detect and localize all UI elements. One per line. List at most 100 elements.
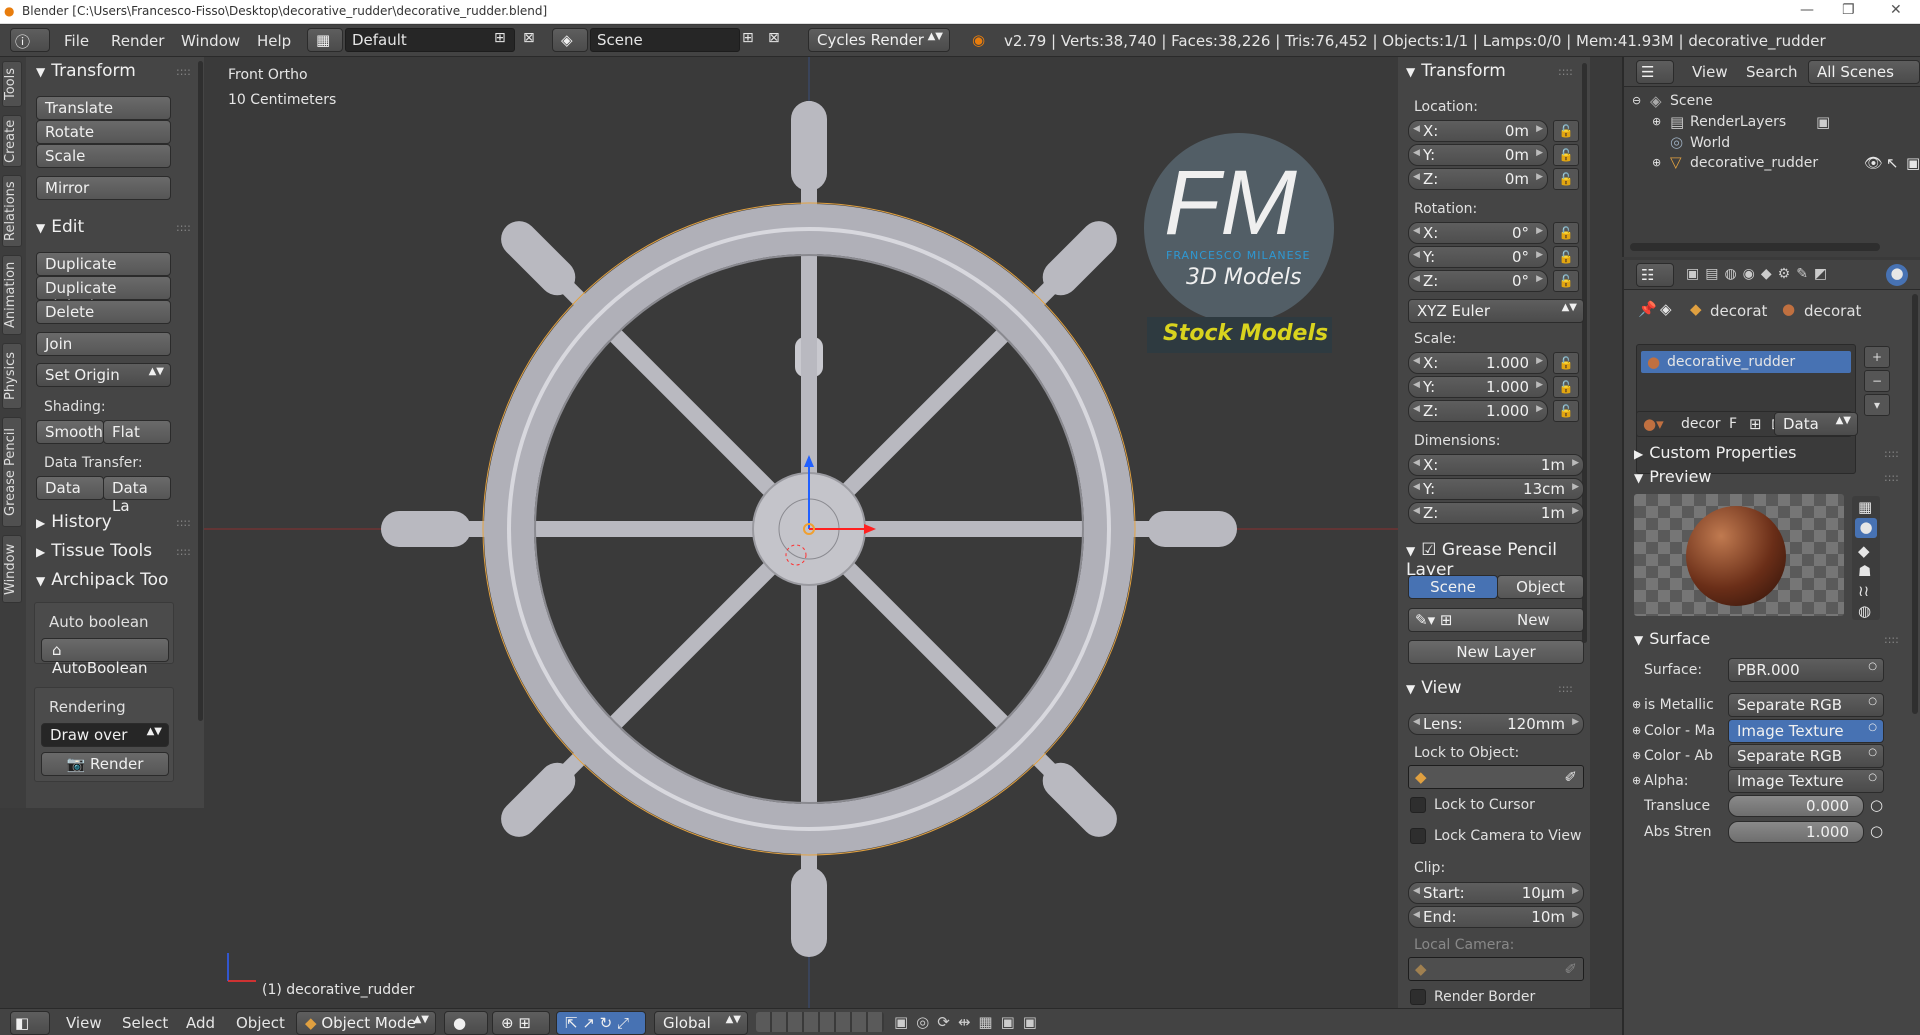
dimension-z-field[interactable]: ◀ Z: 1m ▶ bbox=[1408, 502, 1584, 524]
rotation-y-field[interactable]: ◀ Y: 0° ▶ bbox=[1408, 246, 1548, 268]
render-border-checkbox[interactable] bbox=[1410, 989, 1426, 1005]
menu-view[interactable]: View bbox=[66, 1014, 102, 1032]
autoboolean-button[interactable]: ⌂ AutoBoolean bbox=[41, 638, 169, 677]
lock-icon[interactable]: 🔓 bbox=[1553, 352, 1579, 374]
fake-user-button[interactable]: F bbox=[1729, 416, 1737, 432]
menu-render[interactable]: Render bbox=[111, 32, 164, 50]
input-socket-icon[interactable]: ⊕ bbox=[1632, 698, 1641, 711]
layout-field[interactable]: Default bbox=[345, 28, 515, 52]
color-ma-input-select[interactable]: Image Texture ○ bbox=[1728, 719, 1884, 743]
properties-editor-type[interactable]: ☷ bbox=[1636, 263, 1674, 287]
location-x-field[interactable]: ◀ X: 0m ▶ bbox=[1408, 120, 1548, 142]
layout-icon-button[interactable]: ▦ bbox=[307, 28, 343, 52]
location-y-field[interactable]: ◀ Y: 0m ▶ bbox=[1408, 144, 1548, 166]
local-camera-field[interactable]: ◆ ✐ bbox=[1408, 957, 1584, 981]
outliner-view-menu[interactable]: View bbox=[1692, 63, 1728, 81]
lens-field[interactable]: ◀ Lens: 120mm ▶ bbox=[1408, 713, 1584, 735]
panel-grip-icon[interactable]: :::: bbox=[1558, 65, 1573, 78]
add-scene-icon[interactable]: ⊞ bbox=[742, 30, 754, 46]
remove-scene-icon[interactable]: ⊠ bbox=[768, 30, 780, 46]
panel-grip-icon[interactable]: :::: bbox=[1884, 633, 1899, 646]
outliner-render-layers[interactable]: RenderLayers bbox=[1690, 114, 1786, 130]
rotate-button[interactable]: Rotate bbox=[36, 120, 171, 144]
minimize-button[interactable]: — bbox=[1800, 2, 1814, 18]
tab-tools[interactable]: Tools bbox=[2, 61, 22, 107]
edit-panel-header[interactable]: ▼ Edit bbox=[36, 217, 84, 237]
material-name-field[interactable]: decor bbox=[1681, 416, 1721, 432]
node-link-icon[interactable]: ○ bbox=[1870, 822, 1883, 840]
add-slot-icon[interactable]: + bbox=[1864, 346, 1890, 368]
lock-object-field[interactable]: ◆ ✐ bbox=[1408, 765, 1584, 789]
slot-menu-icon[interactable]: ▾ bbox=[1864, 394, 1890, 416]
lock-icon[interactable]: 🔓 bbox=[1553, 400, 1579, 422]
clip-start-field[interactable]: ◀ Start: 10µm ▶ bbox=[1408, 882, 1584, 904]
lock-icon[interactable]: 🔓 bbox=[1553, 270, 1579, 292]
gp-scene-tab[interactable]: Scene bbox=[1408, 575, 1498, 599]
lock-icon[interactable]: 🔓 bbox=[1553, 376, 1579, 398]
menu-select[interactable]: Select bbox=[122, 1014, 168, 1032]
rotation-x-field[interactable]: ◀ X: 0° ▶ bbox=[1408, 222, 1548, 244]
panel-grip-icon[interactable]: :::: bbox=[1884, 447, 1899, 460]
viewport-editor-type[interactable]: ◧ bbox=[10, 1011, 50, 1035]
eyedropper-icon[interactable]: ✐ bbox=[1564, 768, 1577, 786]
panel-grip-icon[interactable]: :::: bbox=[1884, 471, 1899, 484]
shading-mode-select[interactable]: ● bbox=[444, 1011, 488, 1035]
preview-sky-icon[interactable]: ◍ bbox=[1858, 602, 1871, 620]
scale-z-field[interactable]: ◀ Z: 1.000 ▶ bbox=[1408, 400, 1548, 422]
menu-object[interactable]: Object bbox=[236, 1014, 285, 1032]
data-transfer-button[interactable]: Data bbox=[36, 476, 104, 500]
set-origin-select[interactable]: Set Origin ▲▼ bbox=[36, 363, 171, 387]
properties-scrollbar[interactable] bbox=[1912, 294, 1918, 714]
input-socket-icon[interactable]: ⊕ bbox=[1632, 749, 1641, 762]
preview-cube-icon[interactable]: ◆ bbox=[1858, 542, 1870, 560]
outliner-object[interactable]: decorative_rudder bbox=[1690, 155, 1818, 171]
input-socket-icon[interactable]: ⊕ bbox=[1632, 724, 1641, 737]
mirror-button[interactable]: Mirror bbox=[36, 176, 171, 200]
tissue-panel-header[interactable]: ▶ Tissue Tools bbox=[36, 541, 152, 561]
link-data-select[interactable]: Data ▲▼ bbox=[1774, 412, 1858, 436]
scene-icon-button[interactable]: ◈ bbox=[552, 28, 588, 52]
material-browse-icon[interactable]: ●▾ bbox=[1643, 415, 1664, 433]
gp-object-tab[interactable]: Object bbox=[1497, 575, 1584, 599]
add-layout-icon[interactable]: ⊞ bbox=[494, 30, 506, 46]
outliner-search-menu[interactable]: Search bbox=[1746, 63, 1798, 81]
panel-grip-icon[interactable]: :::: bbox=[176, 221, 191, 234]
surface-header[interactable]: ▼ Surface bbox=[1634, 629, 1710, 648]
expand-icon[interactable]: ⊕ bbox=[1652, 156, 1661, 169]
editor-type-button[interactable]: ⓘ bbox=[10, 28, 50, 52]
data-layout-button[interactable]: Data La bbox=[103, 476, 171, 515]
tab-window[interactable]: Window bbox=[2, 535, 22, 603]
menu-help[interactable]: Help bbox=[257, 32, 291, 50]
node-link-icon[interactable]: ○ bbox=[1870, 796, 1883, 814]
lock-icon[interactable]: 🔓 bbox=[1553, 168, 1579, 190]
custom-properties-header[interactable]: ▶ Custom Properties bbox=[1634, 443, 1796, 462]
draw-over-select[interactable]: Draw over ▲▼ bbox=[41, 723, 169, 747]
lock-icon[interactable]: 🔓 bbox=[1553, 222, 1579, 244]
render-layer-toggle-icon[interactable]: ▣ bbox=[1816, 113, 1830, 131]
panel-grip-icon[interactable]: :::: bbox=[176, 516, 191, 529]
scale-x-field[interactable]: ◀ X: 1.000 ▶ bbox=[1408, 352, 1548, 374]
tab-relations[interactable]: Relations bbox=[2, 175, 22, 247]
translate-button[interactable]: Translate bbox=[36, 96, 171, 120]
material-slot-item[interactable]: ● decorative_rudder bbox=[1641, 351, 1851, 373]
location-z-field[interactable]: ◀ Z: 0m ▶ bbox=[1408, 168, 1548, 190]
gp-new-button[interactable]: ✎▾ ⊞ New bbox=[1408, 608, 1584, 632]
outliner-display-select[interactable]: All Scenes bbox=[1808, 60, 1920, 84]
alpha-input-select[interactable]: Image Texture ○ bbox=[1728, 769, 1884, 793]
panel-grip-icon[interactable]: :::: bbox=[176, 545, 191, 558]
preview-hair-icon[interactable]: ≀≀ bbox=[1858, 582, 1869, 600]
preview-monkey-icon[interactable]: ☗ bbox=[1858, 562, 1871, 580]
3d-viewport[interactable]: Front Ortho 10 Centimeters FM FRANCESCO … bbox=[204, 57, 1398, 1008]
context-tab-icons[interactable]: ▣▤◍◉◆⚙✎◩ bbox=[1686, 266, 1833, 282]
snap-proportional-icons[interactable]: ▣◎⟳⇹▦▣▣ bbox=[894, 1013, 1045, 1031]
render-engine-select[interactable]: Cycles Render ▲▼ bbox=[808, 28, 950, 52]
manipulator-buttons[interactable]: ⇱ ↗ ↻ ⤢ bbox=[556, 1011, 646, 1035]
gp-checkbox-icon[interactable]: ☑ bbox=[1421, 540, 1442, 560]
dimension-x-field[interactable]: ◀ X: 1m ▶ bbox=[1408, 454, 1584, 476]
preview-plane-icon[interactable]: ▦ bbox=[1858, 498, 1872, 516]
join-button[interactable]: Join bbox=[36, 332, 171, 356]
input-socket-icon[interactable]: ⊕ bbox=[1632, 774, 1641, 787]
tab-physics[interactable]: Physics bbox=[2, 343, 22, 409]
gp-new-layer-button[interactable]: New Layer bbox=[1408, 640, 1584, 664]
smooth-button[interactable]: Smooth bbox=[36, 420, 104, 444]
